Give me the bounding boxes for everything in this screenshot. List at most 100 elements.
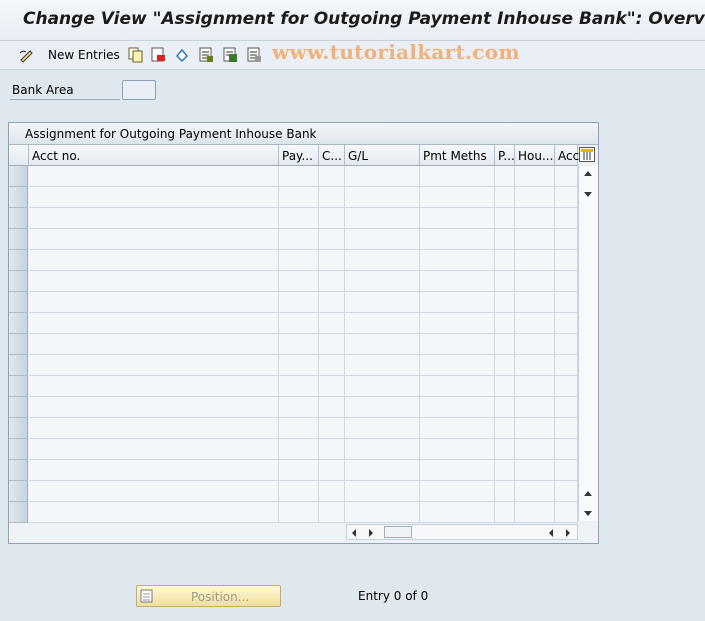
row-selector[interactable]	[9, 250, 28, 271]
table-cell[interactable]	[515, 313, 555, 334]
table-cell[interactable]	[495, 502, 515, 523]
table-cell[interactable]	[555, 397, 578, 418]
table-cell[interactable]	[319, 166, 345, 187]
row-selector[interactable]	[9, 460, 28, 481]
table-cell[interactable]	[319, 313, 345, 334]
table-cell[interactable]	[555, 481, 578, 502]
table-cell[interactable]	[29, 334, 279, 355]
table-cell[interactable]	[279, 334, 319, 355]
table-cell[interactable]	[515, 481, 555, 502]
table-cell[interactable]	[495, 187, 515, 208]
column-header-house[interactable]: Hou...	[515, 145, 555, 166]
table-cell[interactable]	[555, 418, 578, 439]
table-cell[interactable]	[515, 502, 555, 523]
new-entries-button[interactable]: New Entries	[18, 46, 120, 64]
column-header-acc[interactable]: Acc	[555, 145, 579, 166]
deselect-all-icon[interactable]	[246, 47, 262, 63]
row-selector[interactable]	[9, 334, 28, 355]
table-cell[interactable]	[319, 229, 345, 250]
table-cell[interactable]	[495, 439, 515, 460]
table-cell[interactable]	[319, 439, 345, 460]
table-cell[interactable]	[555, 250, 578, 271]
delete-icon[interactable]	[150, 47, 166, 63]
table-cell[interactable]	[555, 292, 578, 313]
row-selector[interactable]	[9, 229, 28, 250]
table-cell[interactable]	[555, 460, 578, 481]
table-cell[interactable]	[420, 397, 495, 418]
bank-area-input[interactable]	[122, 80, 156, 100]
table-cell[interactable]	[495, 271, 515, 292]
row-selector[interactable]	[9, 313, 28, 334]
table-cell[interactable]	[495, 334, 515, 355]
row-selector[interactable]	[9, 271, 28, 292]
row-selector[interactable]	[9, 292, 28, 313]
column-header-acct-no[interactable]: Acct no.	[29, 145, 279, 166]
table-cell[interactable]	[555, 355, 578, 376]
table-cell[interactable]	[319, 397, 345, 418]
table-cell[interactable]	[345, 229, 420, 250]
table-cell[interactable]	[495, 397, 515, 418]
table-cell[interactable]	[555, 271, 578, 292]
table-cell[interactable]	[319, 502, 345, 523]
table-cell[interactable]	[345, 460, 420, 481]
table-cell[interactable]	[420, 166, 495, 187]
table-cell[interactable]	[420, 376, 495, 397]
table-cell[interactable]	[345, 355, 420, 376]
table-cell[interactable]	[495, 481, 515, 502]
table-cell[interactable]	[495, 313, 515, 334]
table-cell[interactable]	[279, 460, 319, 481]
table-cell[interactable]	[29, 460, 279, 481]
table-cell[interactable]	[555, 166, 578, 187]
row-selector[interactable]	[9, 418, 28, 439]
column-header-payment[interactable]: Pay...	[279, 145, 319, 166]
table-cell[interactable]	[279, 208, 319, 229]
table-cell[interactable]	[495, 208, 515, 229]
row-selector[interactable]	[9, 481, 28, 502]
table-cell[interactable]	[279, 481, 319, 502]
column-header-p[interactable]: P...	[495, 145, 515, 166]
table-cell[interactable]	[345, 187, 420, 208]
table-cell[interactable]	[319, 271, 345, 292]
table-cell[interactable]	[279, 250, 319, 271]
table-cell[interactable]	[495, 250, 515, 271]
row-selector[interactable]	[9, 397, 28, 418]
table-cell[interactable]	[29, 250, 279, 271]
table-cell[interactable]	[515, 187, 555, 208]
table-cell[interactable]	[515, 460, 555, 481]
table-cell[interactable]	[29, 166, 279, 187]
column-header-c[interactable]: C...	[319, 145, 345, 166]
table-cell[interactable]	[515, 397, 555, 418]
position-button[interactable]: Position...	[136, 585, 281, 607]
table-cell[interactable]	[495, 376, 515, 397]
table-cell[interactable]	[29, 502, 279, 523]
row-selector[interactable]	[9, 439, 28, 460]
table-cell[interactable]	[29, 187, 279, 208]
table-cell[interactable]	[420, 460, 495, 481]
horizontal-scroll-thumb[interactable]	[384, 526, 412, 538]
table-cell[interactable]	[420, 271, 495, 292]
table-cell[interactable]	[29, 292, 279, 313]
table-cell[interactable]	[29, 208, 279, 229]
table-cell[interactable]	[345, 397, 420, 418]
table-cell[interactable]	[279, 229, 319, 250]
table-cell[interactable]	[279, 271, 319, 292]
table-cell[interactable]	[319, 208, 345, 229]
table-cell[interactable]	[420, 481, 495, 502]
table-cell[interactable]	[279, 397, 319, 418]
table-cell[interactable]	[495, 460, 515, 481]
table-cell[interactable]	[279, 292, 319, 313]
table-cell[interactable]	[29, 418, 279, 439]
select-all-rows-header[interactable]	[9, 145, 29, 166]
table-cell[interactable]	[555, 439, 578, 460]
copy-icon[interactable]	[127, 47, 143, 63]
table-cell[interactable]	[319, 376, 345, 397]
table-cell[interactable]	[420, 502, 495, 523]
table-settings-icon[interactable]	[579, 147, 595, 162]
table-cell[interactable]	[279, 313, 319, 334]
table-cell[interactable]	[555, 187, 578, 208]
table-cell[interactable]	[555, 376, 578, 397]
table-cell[interactable]	[345, 250, 420, 271]
select-block-icon[interactable]	[222, 47, 238, 63]
column-header-gl[interactable]: G/L	[345, 145, 420, 166]
table-cell[interactable]	[515, 208, 555, 229]
